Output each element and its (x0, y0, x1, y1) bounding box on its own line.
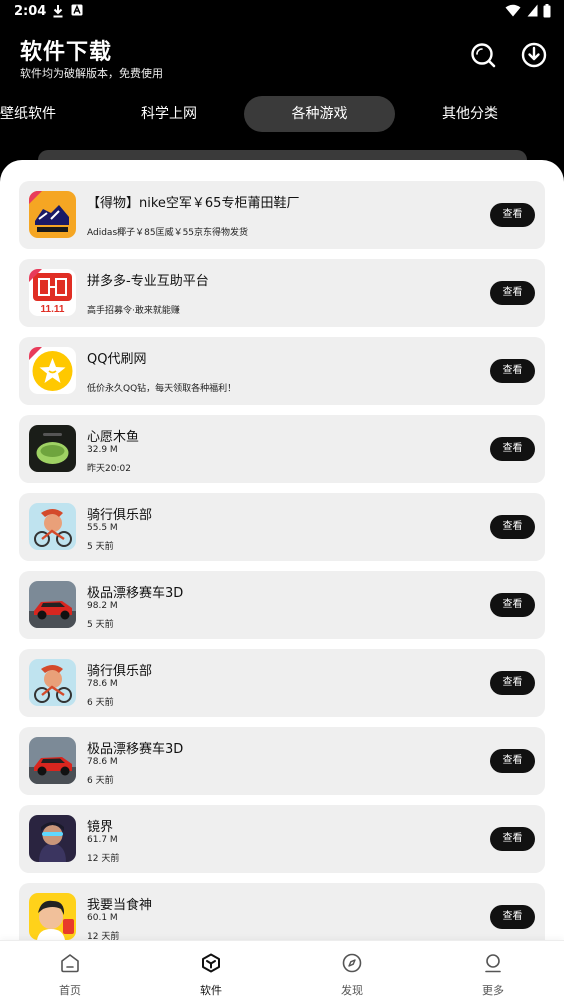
view-button[interactable]: 查看 (490, 515, 535, 539)
item-time: 昨天20:02 (87, 464, 131, 474)
item-size: 61.7 M (87, 835, 118, 845)
page-title: 软件下载 (20, 40, 113, 65)
view-button[interactable]: 查看 (490, 437, 535, 461)
download-status-icon (53, 5, 63, 18)
wooden-fish-icon (29, 425, 76, 472)
view-button[interactable]: 查看 (490, 203, 535, 227)
view-button[interactable]: 查看 (490, 749, 535, 773)
nav-discover-label: 发现 (341, 984, 363, 997)
cycling-club-icon (29, 659, 76, 706)
list-item[interactable]: QQ代刷网 低价永久QQ钻，每天领取各种福利！ 查看 (19, 337, 545, 405)
tab-vpn[interactable]: 科学上网 (128, 96, 210, 132)
item-time: 12 天前 (87, 854, 120, 864)
item-time: 5 天前 (87, 620, 114, 630)
category-tabs: 壁纸软件 科学上网 各种游戏 其他分类 (0, 96, 564, 132)
cycling-club-icon (29, 503, 76, 550)
item-description: 低价永久QQ钻，每天领取各种福利！ (87, 384, 237, 394)
bottom-nav: 首页 软件 发现 更多 (0, 940, 564, 1004)
item-time: 5 天前 (87, 542, 114, 552)
list-item[interactable]: 极品漂移赛车3D 98.2 M 5 天前 查看 (19, 571, 545, 639)
user-icon (485, 954, 501, 973)
item-size: 98.2 M (87, 601, 118, 611)
nav-home-label: 首页 (59, 984, 81, 997)
item-name: 骑行俱乐部 (87, 508, 153, 523)
nav-software-label: 软件 (200, 984, 222, 997)
list-item[interactable]: 镜界 61.7 M 12 天前 查看 (19, 805, 545, 873)
nav-software[interactable]: 软件 (171, 941, 251, 1004)
mirror-world-icon (29, 815, 76, 862)
wifi-icon (505, 4, 521, 17)
nav-home[interactable]: 首页 (30, 941, 110, 1004)
page-subtitle: 软件均为破解版本，免费使用 (20, 67, 163, 80)
item-size: 55.5 M (87, 523, 118, 533)
item-name: 极品漂移赛车3D (87, 586, 184, 601)
status-bar: 2:04 (0, 0, 564, 24)
font-status-icon (71, 4, 83, 16)
view-button[interactable]: 查看 (490, 905, 535, 929)
content-sheet[interactable]: 【得物】nike空军￥65专柜莆田鞋厂 Adidas椰子￥85匡威￥55京东得物… (0, 160, 564, 1004)
item-size: 32.9 M (87, 445, 118, 455)
view-button[interactable]: 查看 (490, 671, 535, 695)
item-size: 60.1 M (87, 913, 118, 923)
item-size: 78.6 M (87, 679, 118, 689)
food-god-icon (29, 893, 76, 940)
item-name: 极品漂移赛车3D (87, 742, 184, 757)
drift-car-icon (29, 737, 76, 784)
svg-text:11.11: 11.11 (41, 304, 65, 315)
tab-other[interactable]: 其他分类 (430, 96, 510, 132)
item-name: 心愿木鱼 (87, 430, 140, 445)
signal-icon (527, 4, 538, 17)
drift-car-icon (29, 581, 76, 628)
app-header: 软件下载 软件均为破解版本，免费使用 (0, 24, 564, 94)
compass-icon (342, 953, 362, 973)
dewu-shoe-icon (29, 191, 76, 238)
nav-more-label: 更多 (482, 984, 504, 997)
list-item[interactable]: 骑行俱乐部 78.6 M 6 天前 查看 (19, 649, 545, 717)
view-button[interactable]: 查看 (490, 593, 535, 617)
item-description: 高手招募令·敢来就能赚 (87, 306, 180, 316)
view-button[interactable]: 查看 (490, 359, 535, 383)
battery-icon (543, 4, 551, 18)
search-icon[interactable] (468, 40, 498, 70)
home-icon (61, 954, 79, 973)
view-button[interactable]: 查看 (490, 281, 535, 305)
cube-icon (202, 953, 220, 973)
nav-more[interactable]: 更多 (453, 941, 533, 1004)
pinduoduo-icon: 11.11 (29, 269, 76, 316)
tab-games[interactable]: 各种游戏 (244, 96, 395, 132)
list-item[interactable]: 极品漂移赛车3D 78.6 M 6 天前 查看 (19, 727, 545, 795)
item-name: QQ代刷网 (87, 352, 147, 367)
view-button[interactable]: 查看 (490, 827, 535, 851)
list-item[interactable]: 心愿木鱼 32.9 M 昨天20:02 查看 (19, 415, 545, 483)
list-item[interactable]: 骑行俱乐部 55.5 M 5 天前 查看 (19, 493, 545, 561)
item-time: 6 天前 (87, 776, 114, 786)
item-size: 78.6 M (87, 757, 118, 767)
status-time: 2:04 (14, 4, 47, 19)
item-name: 镜界 (87, 820, 114, 835)
item-time: 6 天前 (87, 698, 114, 708)
tab-wallpaper[interactable]: 壁纸软件 (0, 96, 68, 132)
item-name: 拼多多-专业互助平台 (87, 274, 209, 289)
item-name: 【得物】nike空军￥65专柜莆田鞋厂 (87, 196, 300, 211)
item-description: Adidas椰子￥85匡威￥55京东得物发货 (87, 228, 249, 238)
download-icon[interactable] (519, 40, 549, 70)
item-name: 我要当食神 (87, 898, 153, 913)
item-name: 骑行俱乐部 (87, 664, 153, 679)
qq-star-icon (29, 347, 76, 394)
list-item[interactable]: 【得物】nike空军￥65专柜莆田鞋厂 Adidas椰子￥85匡威￥55京东得物… (19, 181, 545, 249)
nav-discover[interactable]: 发现 (312, 941, 392, 1004)
list-item[interactable]: 11.11 拼多多-专业互助平台 高手招募令·敢来就能赚 查看 (19, 259, 545, 327)
